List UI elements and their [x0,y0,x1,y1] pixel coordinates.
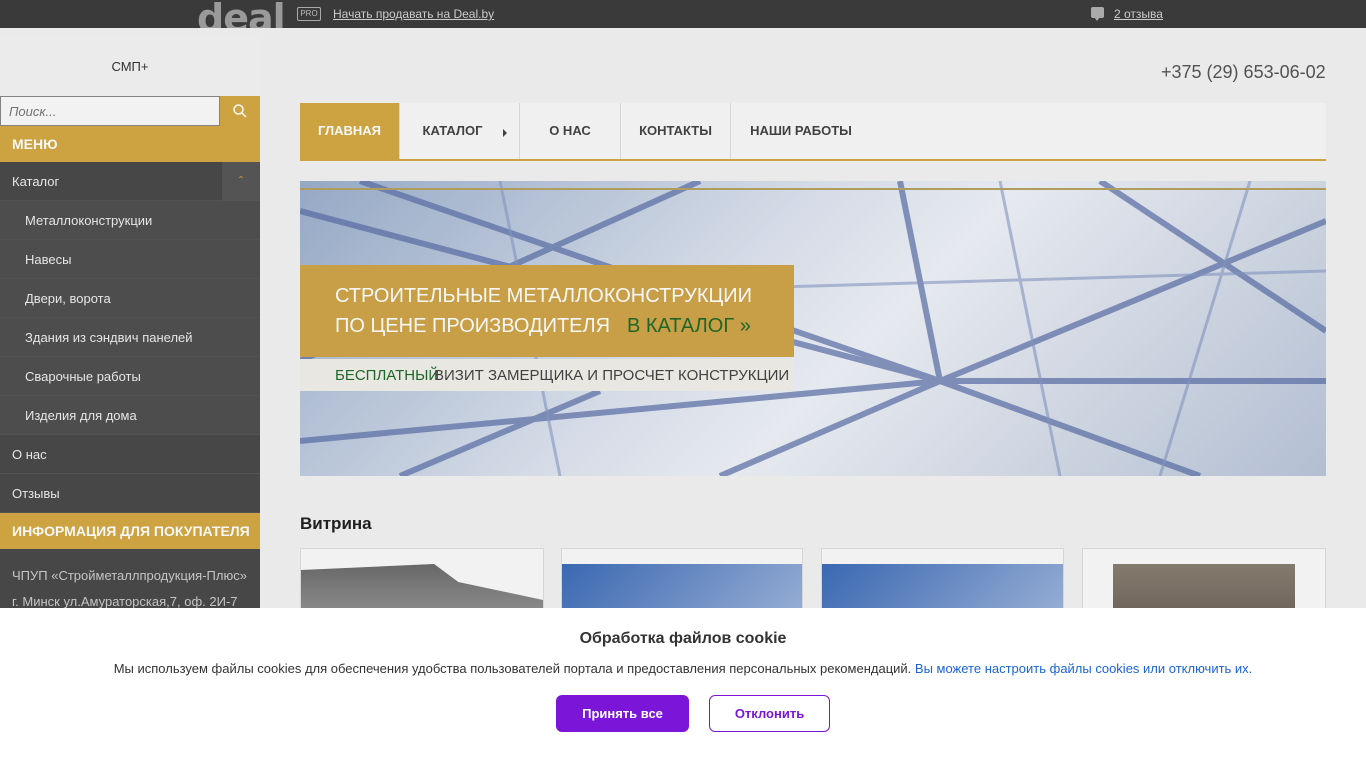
nav-catalog-label: Каталог [422,123,483,138]
nav-catalog[interactable]: Каталог [400,103,520,159]
reviews-count-link[interactable]: 2 отзыва [1114,7,1163,21]
cookie-text: Мы используем файлы cookies для обеспече… [113,661,912,676]
search-icon [233,104,247,118]
cookie-title: Обработка файлов cookie [579,630,787,647]
top-bar: deal PRO Начать продавать на Deal.by 2 о… [0,0,1366,38]
banner-free-label: БЕСПЛАТНЫЙ [335,367,440,384]
cookie-message: Мы используем файлы cookies для обеспече… [0,661,1366,676]
sidebar-subitem[interactable]: Здания из сэндвич панелей [0,318,260,357]
pro-badge: PRO [297,7,321,21]
sidebar-subitem[interactable]: Металлоконструкции [0,201,260,240]
showcase-title: Витрина [300,514,372,533]
comment-icon [1091,7,1104,21]
banner-line-2: ПО ЦЕНЕ ПРОИЗВОДИТЕЛЯ [335,315,611,337]
company-address: г. Минск ул.Амураторская,7, оф. 2И-7 [12,594,238,609]
banner-top-line [300,188,1326,190]
sidebar-item-reviews[interactable]: Отзывы [0,474,260,513]
search-row [0,96,260,126]
phone-number[interactable]: +375 (29) 653-06-02 [1161,62,1326,83]
double-chevron-right-icon: » [739,315,751,337]
sidebar-subitem[interactable]: Сварочные работы [0,357,260,396]
banner-line-1: СТРОИТЕЛЬНЫЕ МЕТАЛЛОКОНСТРУКЦИИ [335,285,753,307]
nav-contacts[interactable]: Контакты [621,103,731,159]
search-button[interactable] [220,96,260,126]
decline-button[interactable]: Отклонить [709,695,830,732]
banner-catalog-link[interactable]: В КАТАЛОГ » [627,315,751,338]
banner-subline: ВИЗИТ ЗАМЕРЩИКА И ПРОСЧЕТ КОНСТРУКЦИИ [434,367,790,384]
start-selling-link[interactable]: Начать продавать на Deal.by [333,7,494,21]
sidebar-subitem[interactable]: Навесы [0,240,260,279]
nav-works[interactable]: Наши работы [731,103,871,159]
accept-all-button[interactable]: Принять все [556,695,689,732]
menu-header: Меню [0,126,260,162]
nav-home[interactable]: Главная [300,103,400,159]
main-nav: Главная Каталог О нас Контакты Наши рабо… [300,103,1326,161]
sidebar-item-label: Каталог [12,174,60,189]
sidebar-item-about[interactable]: О нас [0,435,260,474]
company-name: ЧПУП «Стройметаллпродукция-Плюс» [12,568,247,583]
caret-right-icon [503,129,507,137]
collapse-toggle[interactable]: ˆ [222,162,260,201]
sidebar-item-catalog[interactable]: Каталог ˆ [0,162,260,201]
promo-banner[interactable]: СТРОИТЕЛЬНЫЕ МЕТАЛЛОКОНСТРУКЦИИ ПО ЦЕНЕ … [300,181,1326,476]
banner-headline-box: СТРОИТЕЛЬНЫЕ МЕТАЛЛОКОНСТРУКЦИИ ПО ЦЕНЕ … [300,265,794,357]
cookie-settings-link[interactable]: Вы можете настроить файлы cookies или от… [915,661,1252,676]
search-input[interactable] [0,96,220,126]
banner-cta-label: В КАТАЛОГ [627,315,735,337]
banner-subline-box: БЕСПЛАТНЫЙ ВИЗИТ ЗАМЕРЩИКА И ПРОСЧЕТ КОН… [300,359,794,391]
buyer-info-header: Информация для покупателя [0,513,260,549]
sidebar-subitem[interactable]: Изделия для дома [0,396,260,435]
chevron-up-icon: ˆ [239,174,243,188]
cookie-consent-panel: Обработка файлов cookie Мы используем фа… [0,608,1366,768]
store-name[interactable]: СМП+ [0,38,260,96]
nav-about[interactable]: О нас [520,103,621,159]
sidebar-subitem[interactable]: Двери, ворота [0,279,260,318]
